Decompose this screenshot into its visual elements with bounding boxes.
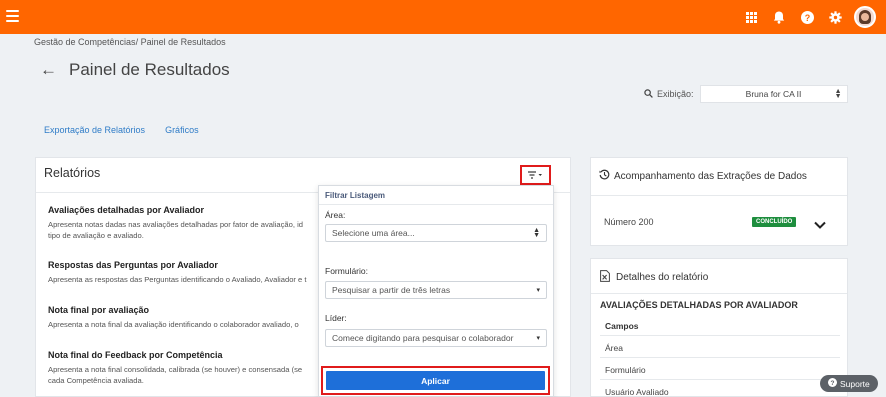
breadcrumb-gestao[interactable]: Gestão de Competências (34, 37, 136, 47)
detalhes-header: Detalhes do relatório (600, 270, 708, 285)
report-title: Avaliações detalhadas por Avaliador (48, 205, 205, 215)
page-header: ← Painel de Resultados (40, 60, 230, 80)
form-search-input[interactable]: Pesquisar a partir de três letras ▾ (325, 281, 547, 299)
divider (591, 293, 847, 294)
filter-icon (528, 166, 543, 184)
report-title: Nota final por avaliação (48, 305, 150, 315)
back-arrow-icon[interactable]: ← (40, 60, 57, 80)
detalhes-title: Detalhes do relatório (616, 272, 709, 283)
apply-button[interactable]: Aplicar (326, 371, 545, 390)
leader-placeholder: Comece digitando para pesquisar o colabo… (332, 333, 514, 343)
report-desc-line: Apresenta a nota final consolidada, cali… (48, 365, 303, 374)
report-desc-line: Apresenta notas dadas nas avaliações det… (48, 220, 303, 229)
support-button[interactable]: ? Suporte (820, 375, 878, 392)
report-desc-line: Apresenta as respostas das Perguntas ide… (48, 275, 307, 284)
history-icon (599, 169, 610, 183)
fields-header: Campos (605, 321, 639, 331)
tab-exportacao[interactable]: Exportação de Relatórios (44, 125, 145, 135)
divider (319, 204, 553, 205)
leader-search-input[interactable]: Comece digitando para pesquisar o colabo… (325, 329, 547, 347)
exibicao-filter: Exibição: Bruna for CA II ▲ ▼ (644, 85, 848, 103)
divider (600, 357, 840, 358)
report-item[interactable]: Nota final por avaliação Apresenta a not… (48, 305, 338, 330)
field-row: Formulário (605, 365, 646, 375)
tabs: Exportação de Relatórios Gráficos (44, 125, 199, 135)
status-badge: CONCLUÍDO (752, 217, 797, 227)
filter-dropdown: Filtrar Listagem Área: Selecione uma áre… (318, 185, 554, 397)
divider (600, 335, 840, 336)
menu-icon[interactable] (6, 10, 19, 22)
question-circle-icon: ? (828, 378, 837, 389)
sort-caret-icon: ▲ ▼ (533, 227, 540, 239)
filter-button[interactable] (520, 165, 551, 185)
svg-text:?: ? (831, 380, 835, 387)
divider (600, 379, 840, 380)
apply-highlight: Aplicar (321, 366, 550, 395)
area-select[interactable]: Selecione uma área... ▲ ▼ (325, 224, 547, 242)
field-row: Usuário Avaliado (605, 387, 669, 397)
detalhes-heading: AVALIAÇÕES DETALHADAS POR AVALIADOR (600, 300, 798, 310)
sort-caret-icon: ▲ ▼ (834, 88, 842, 100)
leader-label: Líder: (325, 313, 347, 323)
top-icons: ? (742, 6, 876, 28)
report-item[interactable]: Respostas das Perguntas por Avaliador Ap… (48, 260, 338, 285)
area-placeholder: Selecione uma área... (332, 228, 415, 238)
top-bar: ? (0, 0, 886, 34)
report-desc-line: cada Competência avaliada. (48, 376, 144, 385)
detalhes-panel: Detalhes do relatório AVALIAÇÕES DETALHA… (590, 258, 848, 397)
extracoes-header: Acompanhamento das Extrações de Dados (599, 169, 807, 183)
page-title: Painel de Resultados (69, 60, 230, 79)
exibicao-select[interactable]: Bruna for CA II ▲ ▼ (699, 85, 848, 103)
caret-down-icon: ▾ (536, 287, 540, 294)
chevron-down-icon[interactable] (814, 216, 826, 234)
divider (591, 195, 847, 196)
exibicao-label: Exibição: (657, 89, 694, 99)
report-desc-line: tipo de avaliação e avaliado. (48, 231, 144, 240)
extracao-label: Número 200 (604, 217, 654, 227)
report-title: Nota final do Feedback por Competência (48, 350, 223, 360)
report-title: Respostas das Perguntas por Avaliador (48, 260, 218, 270)
caret-down-icon: ▾ (536, 335, 540, 342)
extracoes-title: Acompanhamento das Extrações de Dados (614, 170, 807, 182)
reports-title: Relatórios (44, 166, 101, 180)
avatar[interactable] (854, 6, 876, 28)
support-label: Suporte (840, 378, 870, 389)
field-row: Área (605, 343, 623, 353)
tab-graficos[interactable]: Gráficos (165, 125, 199, 135)
report-desc-line: Apresenta a nota final da avaliação iden… (48, 320, 299, 329)
breadcrumb-painel[interactable]: Painel de Resultados (141, 37, 226, 47)
search-icon (644, 85, 653, 103)
area-label: Área: (325, 210, 346, 220)
report-item[interactable]: Nota final do Feedback por Competência A… (48, 350, 338, 386)
bell-icon[interactable] (770, 8, 788, 26)
exibicao-value: Bruna for CA II (745, 89, 802, 99)
apps-grid-icon[interactable] (742, 8, 760, 26)
extracoes-panel: Acompanhamento das Extrações de Dados Nú… (590, 157, 848, 246)
gear-icon[interactable] (826, 8, 844, 26)
excel-file-icon (600, 270, 610, 285)
breadcrumb: Gestão de Competências/ Painel de Result… (34, 37, 226, 47)
form-label: Formulário: (325, 266, 368, 276)
svg-text:?: ? (804, 13, 810, 23)
help-icon[interactable]: ? (798, 8, 816, 26)
report-item[interactable]: Avaliações detalhadas por Avaliador Apre… (48, 205, 338, 241)
filter-title: Filtrar Listagem (325, 191, 386, 200)
form-placeholder: Pesquisar a partir de três letras (332, 285, 451, 295)
breadcrumb-separator: / (135, 37, 139, 47)
